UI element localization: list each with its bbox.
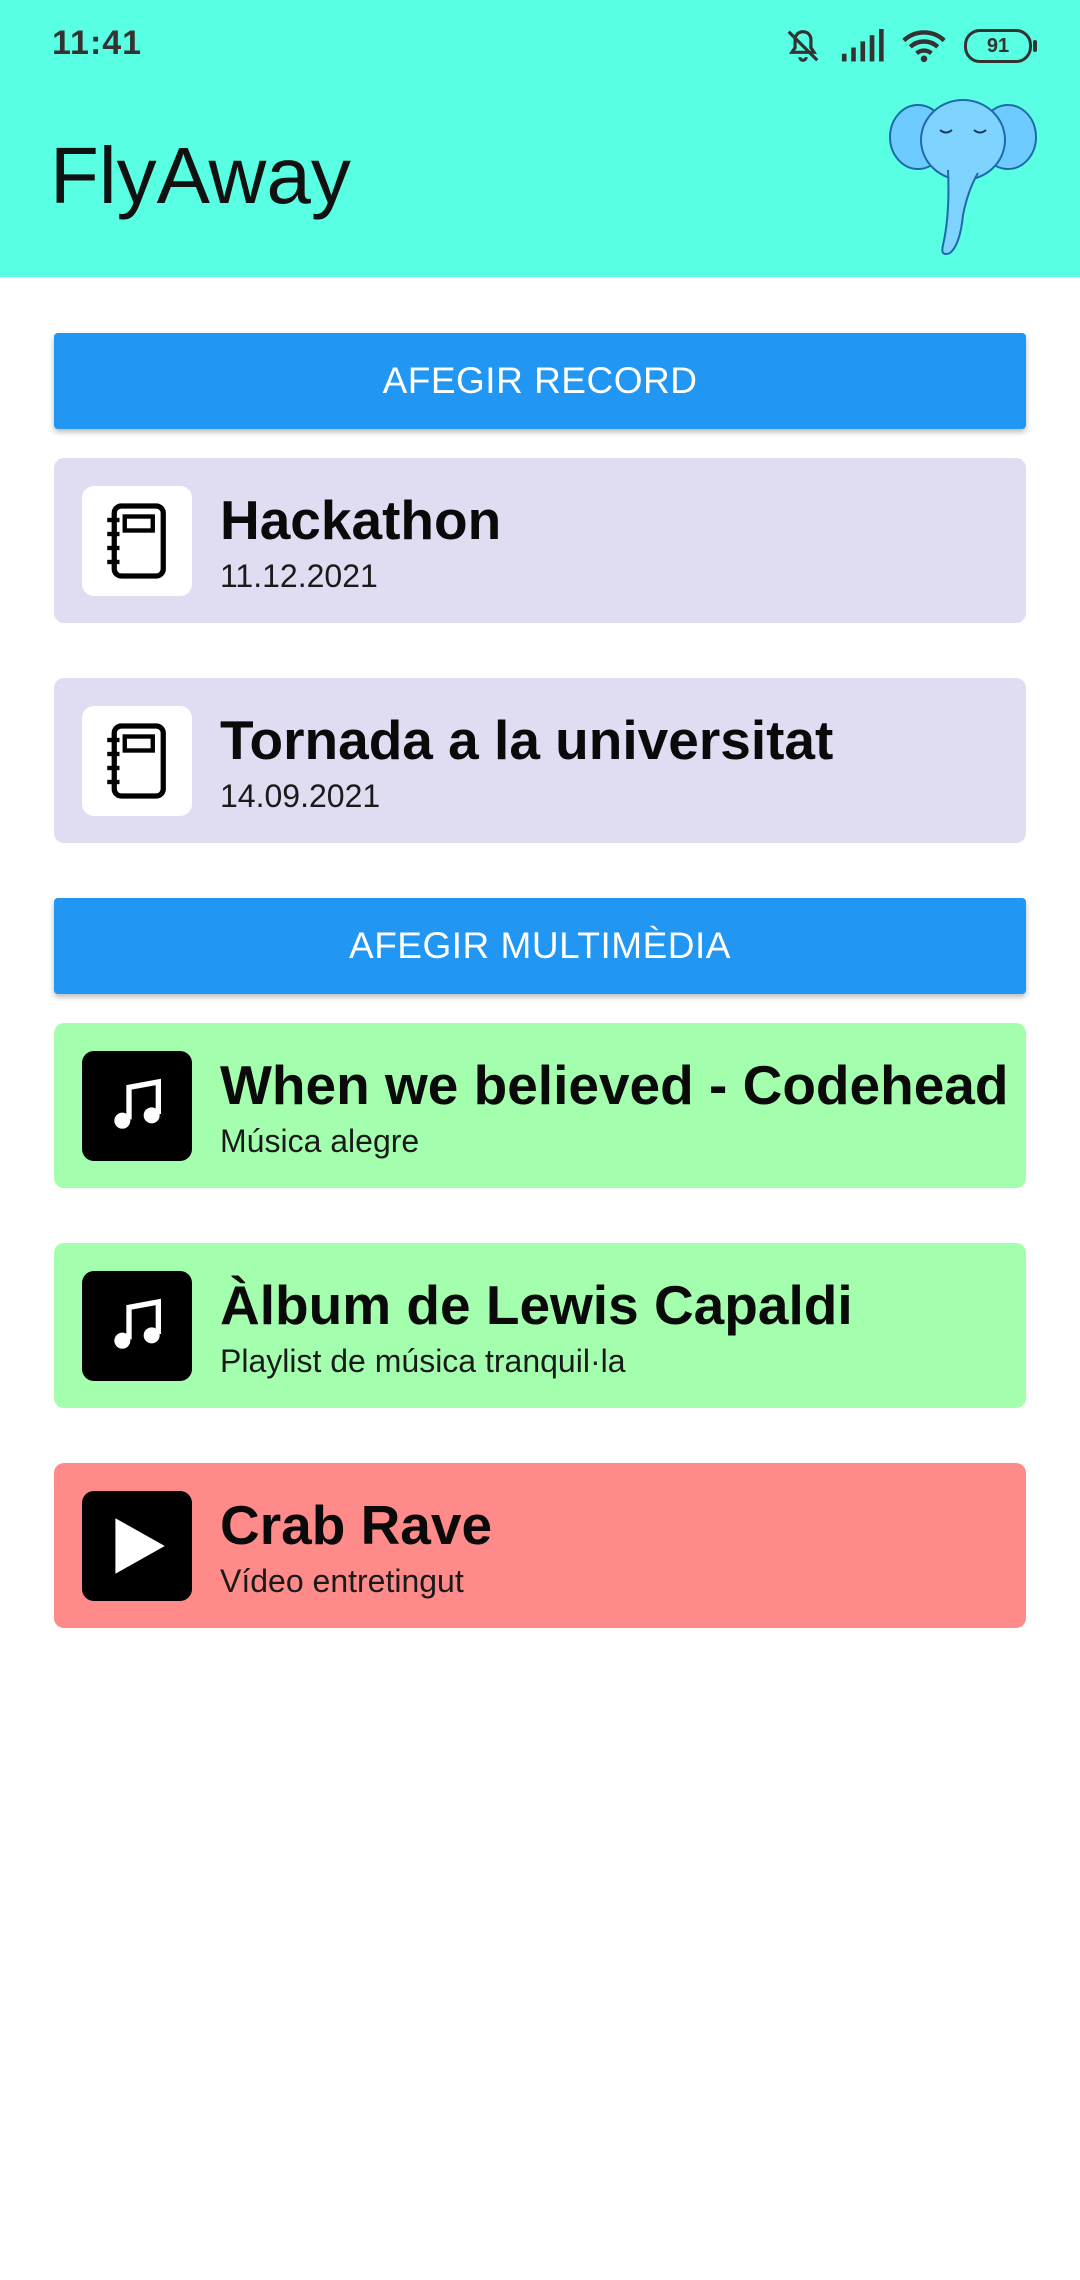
music-note-icon [82, 1051, 192, 1161]
multimedia-card[interactable]: Crab Rave Vídeo entretingut [54, 1463, 1026, 1628]
notebook-icon [82, 486, 192, 596]
multimedia-card[interactable]: Àlbum de Lewis Capaldi Playlist de músic… [54, 1243, 1026, 1408]
multimedia-title: Àlbum de Lewis Capaldi [220, 1274, 853, 1336]
notebook-icon [82, 706, 192, 816]
add-multimedia-button[interactable]: AFEGIR MULTIMÈDIA [54, 898, 1026, 994]
record-date: 14.09.2021 [220, 778, 381, 814]
multimedia-description: Música alegre [220, 1123, 420, 1159]
multimedia-title: When we believed - Codehead [220, 1054, 1009, 1116]
mute-icon [787, 30, 819, 62]
app-header: 11:41 91 FlyAway [0, 0, 1080, 277]
multimedia-description: Vídeo entretingut [220, 1563, 464, 1599]
app-title: FlyAway [50, 131, 351, 220]
record-title: Hackathon [220, 489, 502, 551]
add-record-button[interactable]: AFEGIR RECORD [54, 333, 1026, 429]
record-date: 11.12.2021 [220, 558, 378, 594]
record-card[interactable]: Hackathon 11.12.2021 [54, 458, 1026, 623]
play-icon [82, 1491, 192, 1601]
battery-icon: 91 [964, 29, 1037, 63]
status-icons: 91 [784, 22, 1037, 70]
multimedia-description: Playlist de música tranquil·la [220, 1343, 626, 1379]
record-card[interactable]: Tornada a la universitat 14.09.2021 [54, 678, 1026, 843]
status-time: 11:41 [52, 24, 143, 62]
elephant-icon [889, 99, 1037, 255]
signal-icon [841, 29, 884, 62]
music-note-icon [82, 1271, 192, 1381]
battery-level: 91 [986, 34, 1010, 57]
multimedia-title: Crab Rave [220, 1494, 493, 1556]
record-title: Tornada a la universitat [220, 709, 834, 771]
multimedia-card[interactable]: When we believed - Codehead Música alegr… [54, 1023, 1026, 1188]
wifi-icon [902, 30, 946, 63]
